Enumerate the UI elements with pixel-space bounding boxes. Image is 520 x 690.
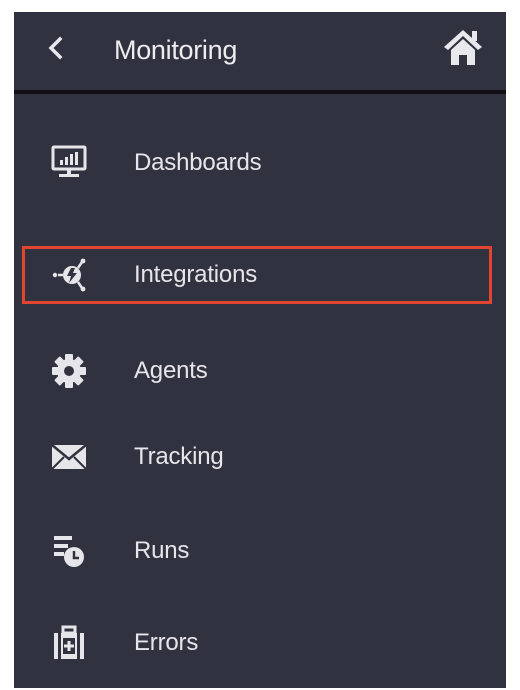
sidebar-header: Monitoring [14,12,506,94]
sidebar-item-label: Errors [134,629,199,656]
sidebar-item-label: Runs [134,537,190,564]
page-title: Monitoring [114,35,238,65]
sidebar-item-dashboards[interactable]: Dashboards [14,124,506,216]
chevron-left-icon[interactable] [42,34,70,62]
first-aid-kit-icon [50,624,88,662]
sidebar-item-tracking[interactable]: Tracking [14,420,506,512]
integration-plug-icon [50,256,88,294]
gear-icon [50,352,88,390]
home-icon[interactable] [442,26,484,68]
sidebar-item-label: Agents [134,357,208,384]
monitor-chart-icon [50,144,88,182]
sidebar-item-label: Dashboards [134,149,262,176]
sidebar-panel: Monitoring Dashboards Integrations Agent… [14,12,506,688]
envelope-icon [50,438,88,476]
sidebar-item-integrations[interactable]: Integrations [14,241,506,333]
list-clock-icon [50,532,88,570]
sidebar-item-agents[interactable]: Agents [14,332,506,424]
sidebar-item-label: Tracking [134,443,224,470]
header-divider [14,90,506,94]
page: Monitoring Dashboards Integrations Agent… [0,0,520,690]
sidebar-item-label: Integrations [134,261,258,288]
sidebar-item-errors[interactable]: Errors [14,608,506,690]
sidebar-item-runs[interactable]: Runs [14,514,506,606]
